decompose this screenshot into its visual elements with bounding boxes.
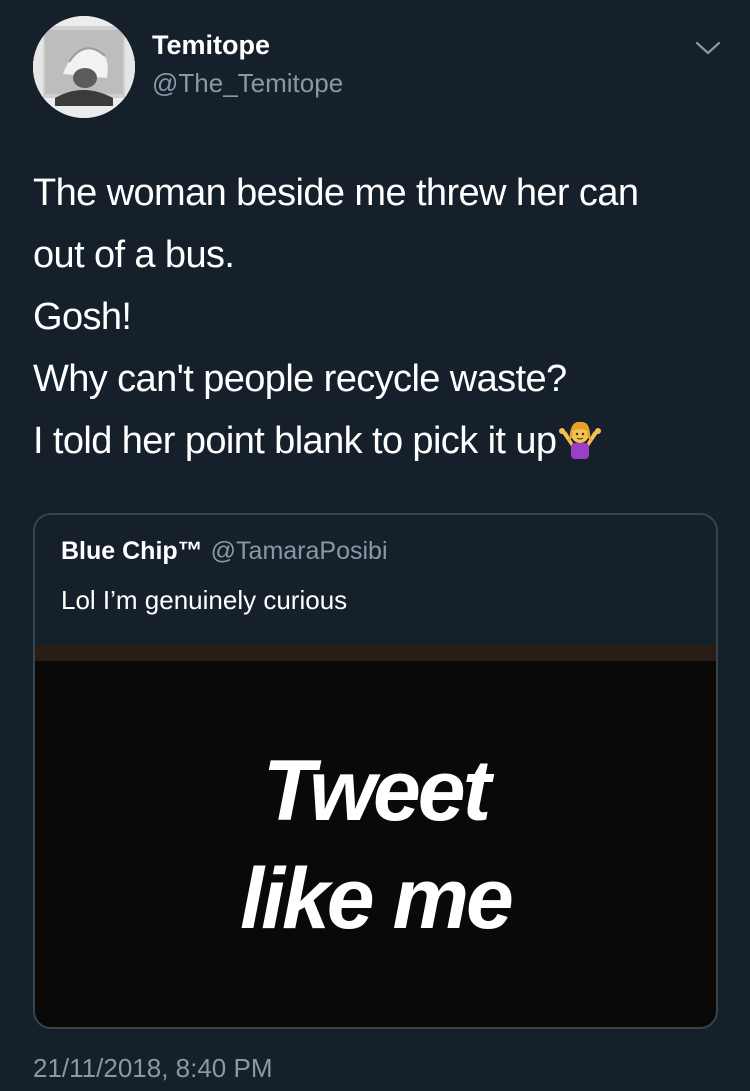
quoted-author-handle: @TamaraPosibi — [210, 537, 388, 565]
tweet-line: Gosh! — [33, 296, 132, 338]
media-top-strip — [35, 645, 716, 661]
chevron-down-icon[interactable] — [694, 38, 722, 58]
tweet-card: Temitope @The_Temitope The woman beside … — [0, 0, 750, 1091]
author-handle[interactable]: @The_Temitope — [152, 68, 343, 99]
tweet-line: Why can't people recycle waste? — [33, 358, 567, 400]
woman-shrugging-emoji-icon — [558, 419, 602, 459]
media-caption-line: Tweet — [262, 743, 492, 839]
avatar-photo — [33, 16, 135, 118]
author-name[interactable]: Temitope — [152, 30, 270, 61]
quoted-author-name: Blue Chip™ — [61, 537, 203, 565]
media-caption: Tweet like me — [35, 737, 716, 953]
quoted-tweet-header: Blue Chip™ @TamaraPosibi — [61, 537, 388, 566]
tweet-line-last: I told her point blank to pick it up — [33, 410, 723, 472]
quoted-tweet[interactable]: Blue Chip™ @TamaraPosibi Lol I’m genuinel… — [33, 513, 718, 1029]
tweet-line: I told her point blank to pick it up — [33, 420, 557, 462]
tweet-line: out of a bus. — [33, 234, 235, 276]
tweet-line: The woman beside me threw her can — [33, 172, 639, 214]
quoted-tweet-media[interactable]: Tweet like me — [35, 645, 716, 1027]
avatar[interactable] — [33, 16, 135, 118]
quoted-tweet-text: Lol I’m genuinely curious — [61, 585, 348, 615]
media-caption-line: like me — [240, 851, 514, 947]
tweet-timestamp[interactable]: 21/11/2018, 8:40 PM — [33, 1053, 272, 1084]
tweet-text: The woman beside me threw her can out of… — [33, 162, 723, 472]
